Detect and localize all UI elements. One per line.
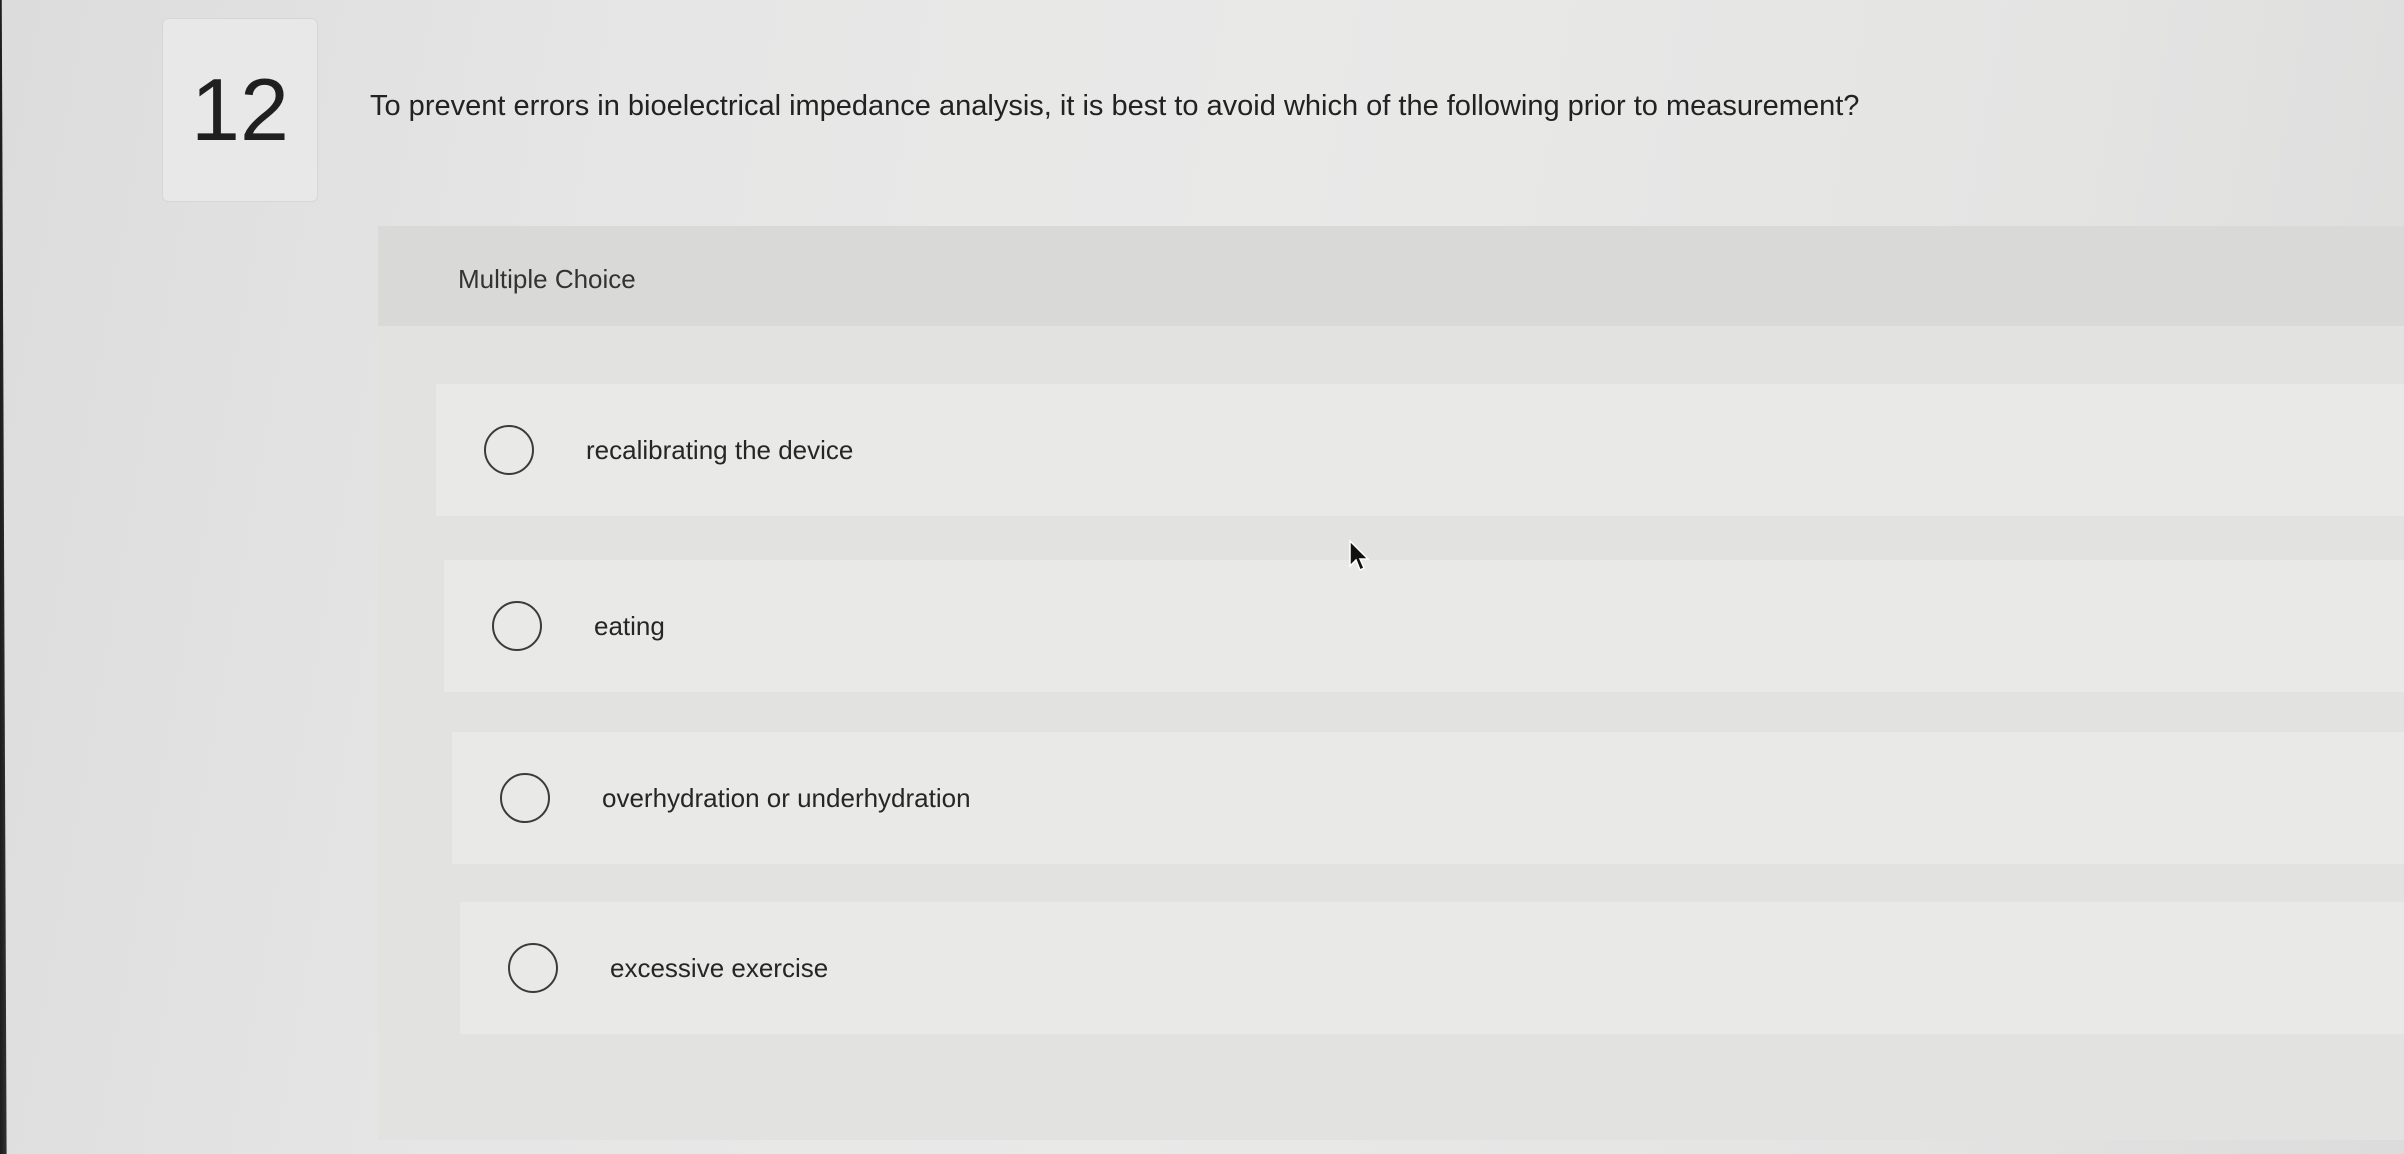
radio-unselected-icon[interactable]	[508, 943, 558, 993]
option-eating[interactable]: eating	[444, 560, 2404, 692]
option-overhydration-or-underhydration[interactable]: overhydration or underhydration	[452, 732, 2404, 864]
choice-panel: Multiple Choice recalibrating the device…	[378, 226, 2404, 1140]
radio-unselected-icon[interactable]	[492, 601, 542, 651]
option-label: recalibrating the device	[586, 434, 854, 465]
radio-unselected-icon[interactable]	[500, 773, 550, 823]
question-type-label: Multiple Choice	[458, 264, 636, 294]
question-text: To prevent errors in bioelectrical imped…	[370, 90, 1860, 122]
option-label: excessive exercise	[610, 952, 829, 983]
option-label: overhydration or underhydration	[602, 782, 971, 813]
option-label: eating	[594, 610, 665, 641]
screen-bezel-edge	[0, 0, 7, 1154]
radio-unselected-icon[interactable]	[484, 425, 534, 475]
option-recalibrating-the-device[interactable]: recalibrating the device	[436, 384, 2404, 516]
choice-panel-header: Multiple Choice	[378, 226, 2404, 326]
mouse-pointer-icon	[1349, 540, 1370, 572]
option-excessive-exercise[interactable]: excessive exercise	[460, 902, 2404, 1034]
question-number: 12	[162, 18, 318, 202]
